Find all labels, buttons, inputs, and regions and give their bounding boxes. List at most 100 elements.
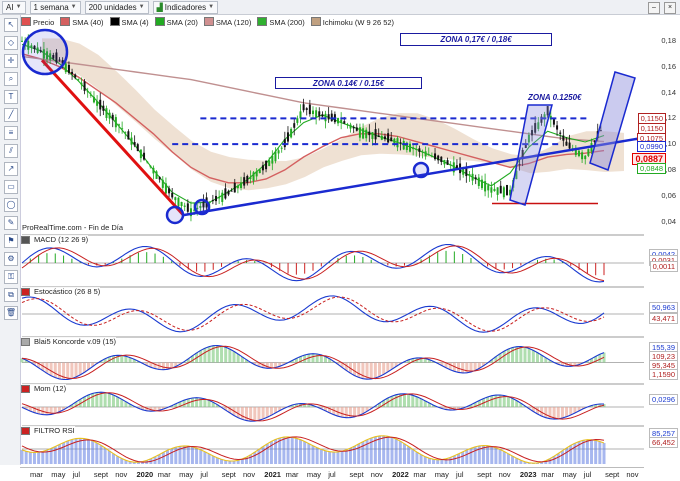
candle-body <box>265 160 268 170</box>
price-tick: 0,16 <box>661 61 676 71</box>
candle-body <box>506 185 508 196</box>
candle-body <box>390 137 393 142</box>
candle-body <box>246 175 249 183</box>
x-tick-label: 2020 <box>136 470 154 479</box>
candle-body <box>380 135 383 140</box>
x-tick-label: jul <box>583 470 592 479</box>
rsi-title: FILTRO RSI <box>34 426 75 435</box>
candle-body <box>277 150 280 154</box>
candle-body <box>577 150 580 157</box>
candle-body <box>427 154 430 156</box>
candle-body <box>462 169 465 175</box>
candle-body <box>496 187 499 195</box>
x-tick-label: may <box>434 470 449 479</box>
candle-body <box>352 126 355 129</box>
candle-body <box>255 171 258 177</box>
legend-item[interactable]: Ichimoku (W 9 26 52) <box>310 17 394 27</box>
credit-text: ProRealTime.com - Fin de Día <box>22 223 124 232</box>
candle-body <box>127 131 130 140</box>
stoch-value-tag: 43,471 <box>649 313 678 324</box>
candle-body <box>149 165 152 167</box>
candle-body <box>327 114 330 120</box>
candle-body <box>86 91 89 93</box>
x-tick-label: nov <box>243 470 256 479</box>
rsi-swatch <box>21 426 30 435</box>
candle-body <box>268 160 271 166</box>
candle-body <box>258 169 261 173</box>
candle-body <box>252 172 255 181</box>
x-tick-label: mar <box>541 470 555 479</box>
price-chart[interactable] <box>0 0 680 480</box>
koncorde-title: Blai5 Koncorde v.09 (15) <box>34 337 116 346</box>
candle-body <box>240 182 243 189</box>
x-tick-label: sept <box>605 470 620 479</box>
legend-item[interactable]: SMA (120) <box>203 17 251 27</box>
mom-panel-label: Mom (12) <box>21 384 67 393</box>
legend-item[interactable]: Precio <box>21 17 54 27</box>
candle-body <box>139 149 142 159</box>
legend-swatch <box>60 17 71 26</box>
candle-body <box>337 118 340 124</box>
legend-swatch <box>109 17 120 26</box>
x-tick-label: jul <box>328 470 336 479</box>
candle-body <box>105 108 108 119</box>
x-tick-label: may <box>51 470 66 479</box>
stoch-panel-label: Estocástico (26 8 5) <box>21 287 101 296</box>
legend-item[interactable]: SMA (200) <box>257 17 305 27</box>
candle-body <box>318 111 321 117</box>
candle-body <box>243 177 246 186</box>
highlight-circle <box>21 28 69 76</box>
candle-body <box>64 63 67 73</box>
rsi-panel-label: FILTRO RSI <box>21 426 75 435</box>
price-tag: 0,0848 <box>637 163 666 174</box>
legend-item[interactable]: SMA (4) <box>109 17 149 27</box>
candle-body <box>340 119 343 123</box>
x-tick-label: 2022 <box>392 470 409 479</box>
zone-box-1[interactable]: ZONA 0,17€ / 0,18€ <box>400 33 552 46</box>
legend-item[interactable]: SMA (20) <box>154 17 198 27</box>
candle-body <box>211 199 214 202</box>
candle-body <box>161 179 164 188</box>
candle-body <box>355 127 358 131</box>
legend-swatch <box>310 17 321 26</box>
candle-body <box>484 181 487 192</box>
koncorde-value-tag: 1,1590 <box>649 369 678 380</box>
candle-body <box>418 148 421 152</box>
macd-title: MACD (12 26 9) <box>34 235 89 244</box>
macd-panel-label: MACD (12 26 9) <box>21 235 89 244</box>
zone-3-label: ZONA 0.1250€ <box>528 93 582 102</box>
candle-body <box>402 140 405 150</box>
candle-body <box>74 74 77 78</box>
candle-body <box>365 129 368 139</box>
candle-body <box>186 203 189 212</box>
x-tick-label: jul <box>200 470 208 479</box>
x-tick-label: sept <box>349 470 364 479</box>
zone-box-2[interactable]: ZONA 0.14€ / 0.15€ <box>275 77 422 89</box>
candle-body <box>218 197 221 199</box>
candle-body <box>349 124 352 129</box>
legend-item[interactable]: SMA (40) <box>60 17 104 27</box>
candle-body <box>133 142 136 146</box>
x-tick-label: may <box>306 470 322 479</box>
candle-body <box>490 187 493 193</box>
candle-body <box>177 197 180 207</box>
candle-body <box>499 185 502 194</box>
chart-legend: Precio SMA (40) SMA (4) SMA (20) SMA (120) SM… <box>21 16 394 28</box>
koncorde-swatch <box>21 337 30 346</box>
x-tick-label: 2023 <box>519 470 537 479</box>
candle-body <box>224 188 227 199</box>
candle-body <box>559 132 562 134</box>
candle-body <box>261 165 264 171</box>
candle-body <box>477 177 480 186</box>
candle-body <box>130 137 133 145</box>
legend-label: SMA (20) <box>166 18 198 27</box>
candle-body <box>421 151 424 153</box>
candle-body <box>368 131 371 136</box>
candle-body <box>146 161 149 163</box>
stoch-value-tag: 50,963 <box>649 302 678 313</box>
candle-body <box>114 117 117 128</box>
candle-body <box>437 155 440 161</box>
price-tick: 0,14 <box>661 87 676 97</box>
time-axis: mar may jul sept nov 2020 mar may jul sept nov 2021… <box>20 467 644 481</box>
legend-swatch <box>257 17 268 26</box>
